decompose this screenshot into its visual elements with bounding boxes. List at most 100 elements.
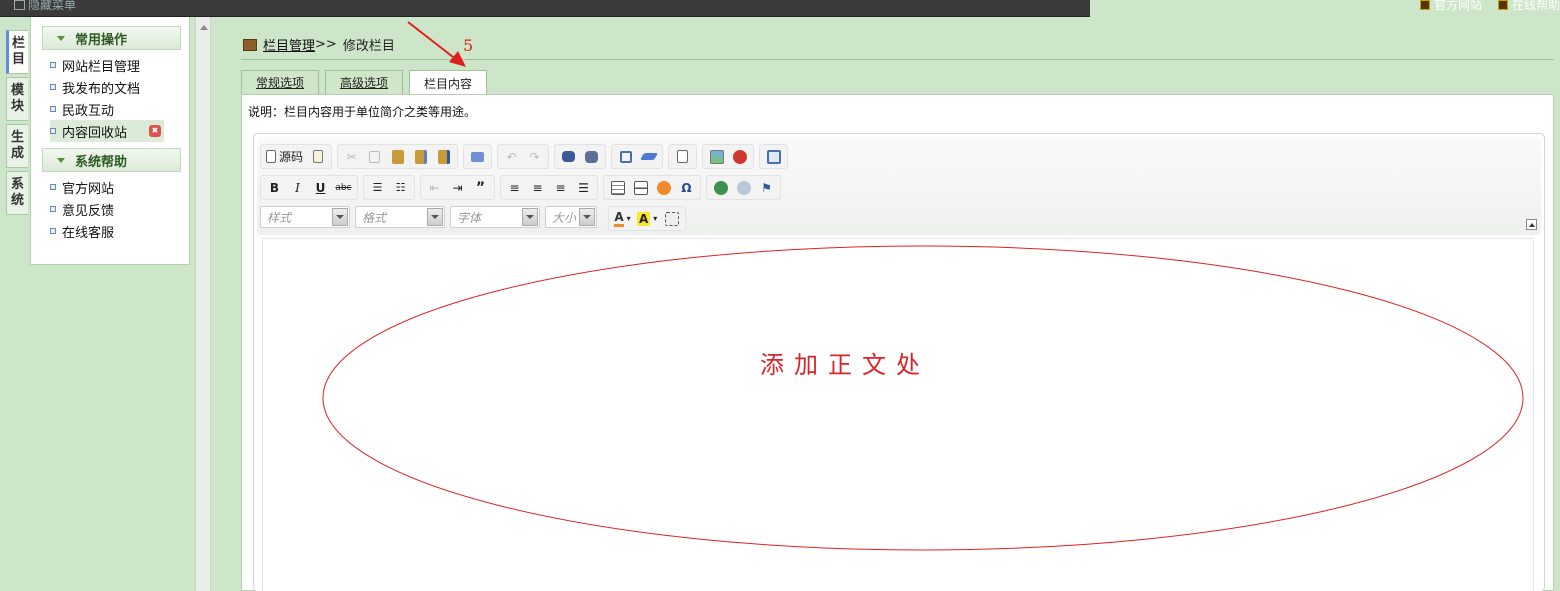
horizontal-rule-button[interactable] [630,177,651,198]
anchor-button[interactable]: ⚑ [756,177,777,198]
toolbar-group [463,144,493,169]
image-icon [709,149,724,164]
bullet-icon [50,128,56,134]
special-char-button[interactable]: Ω [676,177,697,198]
source-label: 源码 [279,150,304,164]
top-bar-dark [0,0,1090,17]
book-icon [243,38,257,51]
official-site-label: 官方网站 [1433,0,1482,12]
side-tab-system[interactable]: 系 统 [6,171,28,215]
tab-column-content[interactable]: 栏目内容 [409,70,488,95]
common-ops-header[interactable]: 常用操作 [42,26,181,50]
copy-button[interactable] [364,146,385,167]
remove-format-button[interactable] [638,146,659,167]
source-button[interactable]: 源码 [264,146,305,167]
undo-icon: ↶ [506,149,517,164]
menu-item-recycle-bin[interactable]: 内容回收站 ✖ [50,120,164,142]
omega-icon: Ω [681,180,692,195]
flash-button[interactable] [729,146,750,167]
style-select[interactable]: 样式 [260,206,350,228]
underline-button[interactable]: U [310,177,331,198]
font-select[interactable]: 字体 [450,206,540,228]
preview-button[interactable] [672,146,693,167]
help-section: 系统帮助 官方网站 意见反馈 在线客服 [42,148,181,242]
toolbar-group: A ▾ A ▾ [608,206,687,231]
smiley-icon [656,180,671,195]
toolbar-group: ↶ ↷ [497,144,550,169]
official-site-link[interactable]: 官方网站 [1419,0,1482,13]
content-panel: 说明：栏目内容用于单位简介之类等用途。 源码 ✂ ↶ ↷ B I U abc ☰… [241,94,1554,591]
breadcrumb-link[interactable]: 栏目管理 [263,35,315,54]
chevron-down-icon [332,208,348,226]
select-all-icon [619,150,632,163]
bold-button[interactable]: B [264,177,285,198]
indent-button[interactable]: ⇥ [447,177,468,198]
smiley-button[interactable] [653,177,674,198]
menu-item-official-site[interactable]: 官方网站 [50,176,181,198]
toolbar-group [611,144,664,169]
toolbar-collapse-button[interactable] [1526,219,1537,230]
online-help-link[interactable]: 在线帮助 [1497,0,1560,13]
templates-button[interactable] [307,146,328,167]
image-button[interactable] [706,146,727,167]
blockquote-button[interactable]: ” [470,177,491,198]
outdent-button[interactable]: ⇤ [424,177,445,198]
tab-general[interactable]: 常规选项 [241,70,320,94]
replace-button[interactable] [581,146,602,167]
select-all-button[interactable] [615,146,636,167]
toolbar-group [759,144,789,169]
undo-button[interactable]: ↶ [501,146,522,167]
print-button[interactable] [467,146,488,167]
editor-body[interactable] [262,238,1534,591]
cut-icon: ✂ [346,149,357,164]
horizontal-rule-icon [633,180,648,195]
cut-button[interactable]: ✂ [341,146,362,167]
strike-button[interactable]: abc [333,177,354,198]
align-right-button[interactable]: ≡ [550,177,571,198]
bold-icon: B [269,180,280,195]
tab-advanced[interactable]: 高级选项 [325,70,404,94]
menu-icon [14,0,25,10]
table-button[interactable] [607,177,628,198]
side-tab-generate[interactable]: 生 成 [6,124,28,168]
size-select[interactable]: 大小 [545,206,597,228]
align-center-button[interactable]: ≡ [527,177,548,198]
show-blocks-button[interactable] [661,208,682,229]
align-right-icon: ≡ [555,180,566,195]
frame-splitter[interactable] [195,17,211,591]
paste-text-button[interactable] [410,146,431,167]
maximize-button[interactable] [763,146,784,167]
side-tab-column[interactable]: 栏 目 [6,30,28,74]
paste-button[interactable] [387,146,408,167]
menu-item-civil-interaction[interactable]: 民政互动 [50,98,181,120]
menu-item-my-docs[interactable]: 我发布的文档 [50,76,181,98]
help-header[interactable]: 系统帮助 [42,148,181,172]
bg-color-button[interactable]: A ▾ [635,208,659,229]
flash-icon [732,149,747,164]
menu-item-online-service[interactable]: 在线客服 [50,220,181,242]
align-left-button[interactable]: ≡ [504,177,525,198]
format-select-label: 格式 [362,210,387,225]
align-center-icon: ≡ [532,180,543,195]
format-select[interactable]: 格式 [355,206,445,228]
find-button[interactable] [558,146,579,167]
bullet-list-button[interactable]: ☷ [390,177,411,198]
scroll-up-arrow-icon[interactable] [200,25,208,30]
justify-button[interactable]: ☰ [573,177,594,198]
unlink-button[interactable] [733,177,754,198]
side-tab-module[interactable]: 模 块 [6,77,28,121]
ordered-list-button[interactable]: ☰ [367,177,388,198]
text-color-button[interactable]: A ▾ [612,208,633,229]
menu-item-column-manage[interactable]: 网站栏目管理 [50,54,181,76]
toolbar-row-3: 样式 格式 字体 大小 A ▾ A ▾ [260,206,687,231]
description-text: 说明：栏目内容用于单位简介之类等用途。 [248,105,477,119]
italic-button[interactable]: I [287,177,308,198]
link-button[interactable] [710,177,731,198]
underline-icon: U [315,180,326,195]
redo-button[interactable]: ↷ [524,146,545,167]
paste-word-button[interactable] [433,146,454,167]
text-color-icon: A [614,210,624,227]
table-icon [610,180,625,195]
hide-menu-button[interactable]: 隐藏菜单 [14,0,76,13]
menu-item-feedback[interactable]: 意见反馈 [50,198,181,220]
